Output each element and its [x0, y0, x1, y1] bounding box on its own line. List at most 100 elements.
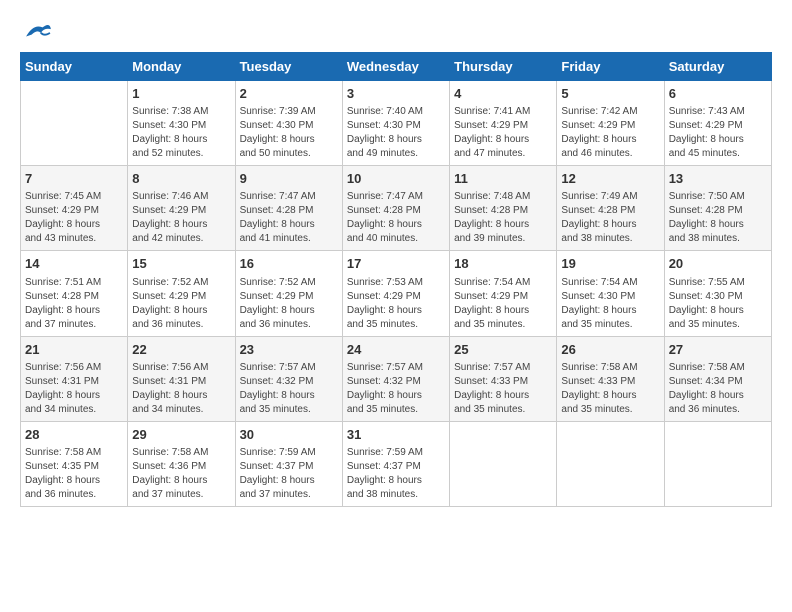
day-info: Sunrise: 7:43 AMSunset: 4:29 PMDaylight:… — [669, 105, 767, 161]
calendar-cell: 21 Sunrise: 7:56 AMSunset: 4:31 PMDayligh… — [21, 336, 128, 421]
calendar-body: 1 Sunrise: 7:38 AMSunset: 4:30 PMDaylight… — [21, 81, 772, 507]
calendar-cell: 16 Sunrise: 7:52 AMSunset: 4:29 PMDayligh… — [235, 251, 342, 336]
weekday-header-cell: Wednesday — [342, 53, 449, 81]
day-number: 15 — [132, 255, 230, 273]
day-info: Sunrise: 7:50 AMSunset: 4:28 PMDaylight:… — [669, 190, 767, 246]
day-info: Sunrise: 7:54 AMSunset: 4:30 PMDaylight:… — [561, 276, 659, 332]
day-info: Sunrise: 7:54 AMSunset: 4:29 PMDaylight:… — [454, 276, 552, 332]
calendar-cell: 9 Sunrise: 7:47 AMSunset: 4:28 PMDaylight… — [235, 166, 342, 251]
day-number: 26 — [561, 341, 659, 359]
day-number: 8 — [132, 170, 230, 188]
day-number: 11 — [454, 170, 552, 188]
weekday-header-cell: Thursday — [450, 53, 557, 81]
day-info: Sunrise: 7:39 AMSunset: 4:30 PMDaylight:… — [240, 105, 338, 161]
day-number: 1 — [132, 85, 230, 103]
calendar-cell: 2 Sunrise: 7:39 AMSunset: 4:30 PMDaylight… — [235, 81, 342, 166]
weekday-header-cell: Friday — [557, 53, 664, 81]
weekday-header-cell: Tuesday — [235, 53, 342, 81]
calendar-week-row: 1 Sunrise: 7:38 AMSunset: 4:30 PMDaylight… — [21, 81, 772, 166]
day-number: 24 — [347, 341, 445, 359]
day-info: Sunrise: 7:58 AMSunset: 4:33 PMDaylight:… — [561, 361, 659, 417]
day-info: Sunrise: 7:52 AMSunset: 4:29 PMDaylight:… — [240, 276, 338, 332]
calendar-cell: 26 Sunrise: 7:58 AMSunset: 4:33 PMDayligh… — [557, 336, 664, 421]
weekday-header-cell: Monday — [128, 53, 235, 81]
day-info: Sunrise: 7:58 AMSunset: 4:35 PMDaylight:… — [25, 446, 123, 502]
day-info: Sunrise: 7:58 AMSunset: 4:36 PMDaylight:… — [132, 446, 230, 502]
calendar-cell: 1 Sunrise: 7:38 AMSunset: 4:30 PMDaylight… — [128, 81, 235, 166]
day-info: Sunrise: 7:55 AMSunset: 4:30 PMDaylight:… — [669, 276, 767, 332]
day-info: Sunrise: 7:40 AMSunset: 4:30 PMDaylight:… — [347, 105, 445, 161]
day-number: 2 — [240, 85, 338, 103]
calendar-week-row: 7 Sunrise: 7:45 AMSunset: 4:29 PMDaylight… — [21, 166, 772, 251]
logo-bird-icon — [24, 20, 52, 42]
day-number: 9 — [240, 170, 338, 188]
calendar-cell: 28 Sunrise: 7:58 AMSunset: 4:35 PMDayligh… — [21, 421, 128, 506]
day-info: Sunrise: 7:45 AMSunset: 4:29 PMDaylight:… — [25, 190, 123, 246]
day-number: 17 — [347, 255, 445, 273]
calendar-cell: 3 Sunrise: 7:40 AMSunset: 4:30 PMDaylight… — [342, 81, 449, 166]
day-number: 31 — [347, 426, 445, 444]
calendar-cell: 27Sunrise: 7:58 AMSunset: 4:34 PMDayligh… — [664, 336, 771, 421]
day-info: Sunrise: 7:53 AMSunset: 4:29 PMDaylight:… — [347, 276, 445, 332]
day-info: Sunrise: 7:51 AMSunset: 4:28 PMDaylight:… — [25, 276, 123, 332]
calendar-week-row: 28 Sunrise: 7:58 AMSunset: 4:35 PMDayligh… — [21, 421, 772, 506]
calendar-cell: 7 Sunrise: 7:45 AMSunset: 4:29 PMDaylight… — [21, 166, 128, 251]
calendar-week-row: 14 Sunrise: 7:51 AMSunset: 4:28 PMDayligh… — [21, 251, 772, 336]
day-number: 27 — [669, 341, 767, 359]
day-info: Sunrise: 7:38 AMSunset: 4:30 PMDaylight:… — [132, 105, 230, 161]
day-info: Sunrise: 7:42 AMSunset: 4:29 PMDaylight:… — [561, 105, 659, 161]
calendar-cell: 8 Sunrise: 7:46 AMSunset: 4:29 PMDaylight… — [128, 166, 235, 251]
calendar-cell — [450, 421, 557, 506]
calendar-cell — [21, 81, 128, 166]
weekday-header-cell: Saturday — [664, 53, 771, 81]
day-number: 12 — [561, 170, 659, 188]
calendar-cell: 12 Sunrise: 7:49 AMSunset: 4:28 PMDayligh… — [557, 166, 664, 251]
calendar-cell — [557, 421, 664, 506]
day-info: Sunrise: 7:56 AMSunset: 4:31 PMDaylight:… — [25, 361, 123, 417]
calendar-cell: 13Sunrise: 7:50 AMSunset: 4:28 PMDayligh… — [664, 166, 771, 251]
calendar-cell: 30Sunrise: 7:59 AMSunset: 4:37 PMDayligh… — [235, 421, 342, 506]
day-number: 14 — [25, 255, 123, 273]
day-number: 29 — [132, 426, 230, 444]
calendar-cell: 6Sunrise: 7:43 AMSunset: 4:29 PMDaylight… — [664, 81, 771, 166]
page-header — [20, 20, 772, 42]
calendar-cell — [664, 421, 771, 506]
day-number: 5 — [561, 85, 659, 103]
calendar-cell: 11Sunrise: 7:48 AMSunset: 4:28 PMDayligh… — [450, 166, 557, 251]
day-number: 28 — [25, 426, 123, 444]
calendar-week-row: 21 Sunrise: 7:56 AMSunset: 4:31 PMDayligh… — [21, 336, 772, 421]
day-number: 21 — [25, 341, 123, 359]
calendar-cell: 15 Sunrise: 7:52 AMSunset: 4:29 PMDayligh… — [128, 251, 235, 336]
calendar-cell: 10 Sunrise: 7:47 AMSunset: 4:28 PMDayligh… — [342, 166, 449, 251]
day-info: Sunrise: 7:41 AMSunset: 4:29 PMDaylight:… — [454, 105, 552, 161]
calendar-cell: 4 Sunrise: 7:41 AMSunset: 4:29 PMDaylight… — [450, 81, 557, 166]
day-info: Sunrise: 7:59 AMSunset: 4:37 PMDaylight:… — [347, 446, 445, 502]
day-info: Sunrise: 7:49 AMSunset: 4:28 PMDaylight:… — [561, 190, 659, 246]
day-number: 7 — [25, 170, 123, 188]
weekday-header-row: SundayMondayTuesdayWednesdayThursdayFrid… — [21, 53, 772, 81]
calendar-cell: 29 Sunrise: 7:58 AMSunset: 4:36 PMDayligh… — [128, 421, 235, 506]
day-info: Sunrise: 7:57 AMSunset: 4:32 PMDaylight:… — [347, 361, 445, 417]
day-info: Sunrise: 7:46 AMSunset: 4:29 PMDaylight:… — [132, 190, 230, 246]
day-info: Sunrise: 7:47 AMSunset: 4:28 PMDaylight:… — [240, 190, 338, 246]
day-number: 25 — [454, 341, 552, 359]
day-number: 3 — [347, 85, 445, 103]
day-info: Sunrise: 7:59 AMSunset: 4:37 PMDaylight:… — [240, 446, 338, 502]
day-number: 19 — [561, 255, 659, 273]
day-info: Sunrise: 7:57 AMSunset: 4:32 PMDaylight:… — [240, 361, 338, 417]
day-number: 20 — [669, 255, 767, 273]
day-info: Sunrise: 7:47 AMSunset: 4:28 PMDaylight:… — [347, 190, 445, 246]
calendar-cell: 23 Sunrise: 7:57 AMSunset: 4:32 PMDayligh… — [235, 336, 342, 421]
day-number: 10 — [347, 170, 445, 188]
calendar-table: SundayMondayTuesdayWednesdayThursdayFrid… — [20, 52, 772, 507]
calendar-cell: 24 Sunrise: 7:57 AMSunset: 4:32 PMDayligh… — [342, 336, 449, 421]
day-number: 23 — [240, 341, 338, 359]
day-number: 4 — [454, 85, 552, 103]
day-info: Sunrise: 7:57 AMSunset: 4:33 PMDaylight:… — [454, 361, 552, 417]
day-number: 22 — [132, 341, 230, 359]
calendar-cell: 31 Sunrise: 7:59 AMSunset: 4:37 PMDayligh… — [342, 421, 449, 506]
day-number: 16 — [240, 255, 338, 273]
day-info: Sunrise: 7:52 AMSunset: 4:29 PMDaylight:… — [132, 276, 230, 332]
calendar-cell: 20 Sunrise: 7:55 AMSunset: 4:30 PMDayligh… — [664, 251, 771, 336]
calendar-cell: 25 Sunrise: 7:57 AMSunset: 4:33 PMDayligh… — [450, 336, 557, 421]
